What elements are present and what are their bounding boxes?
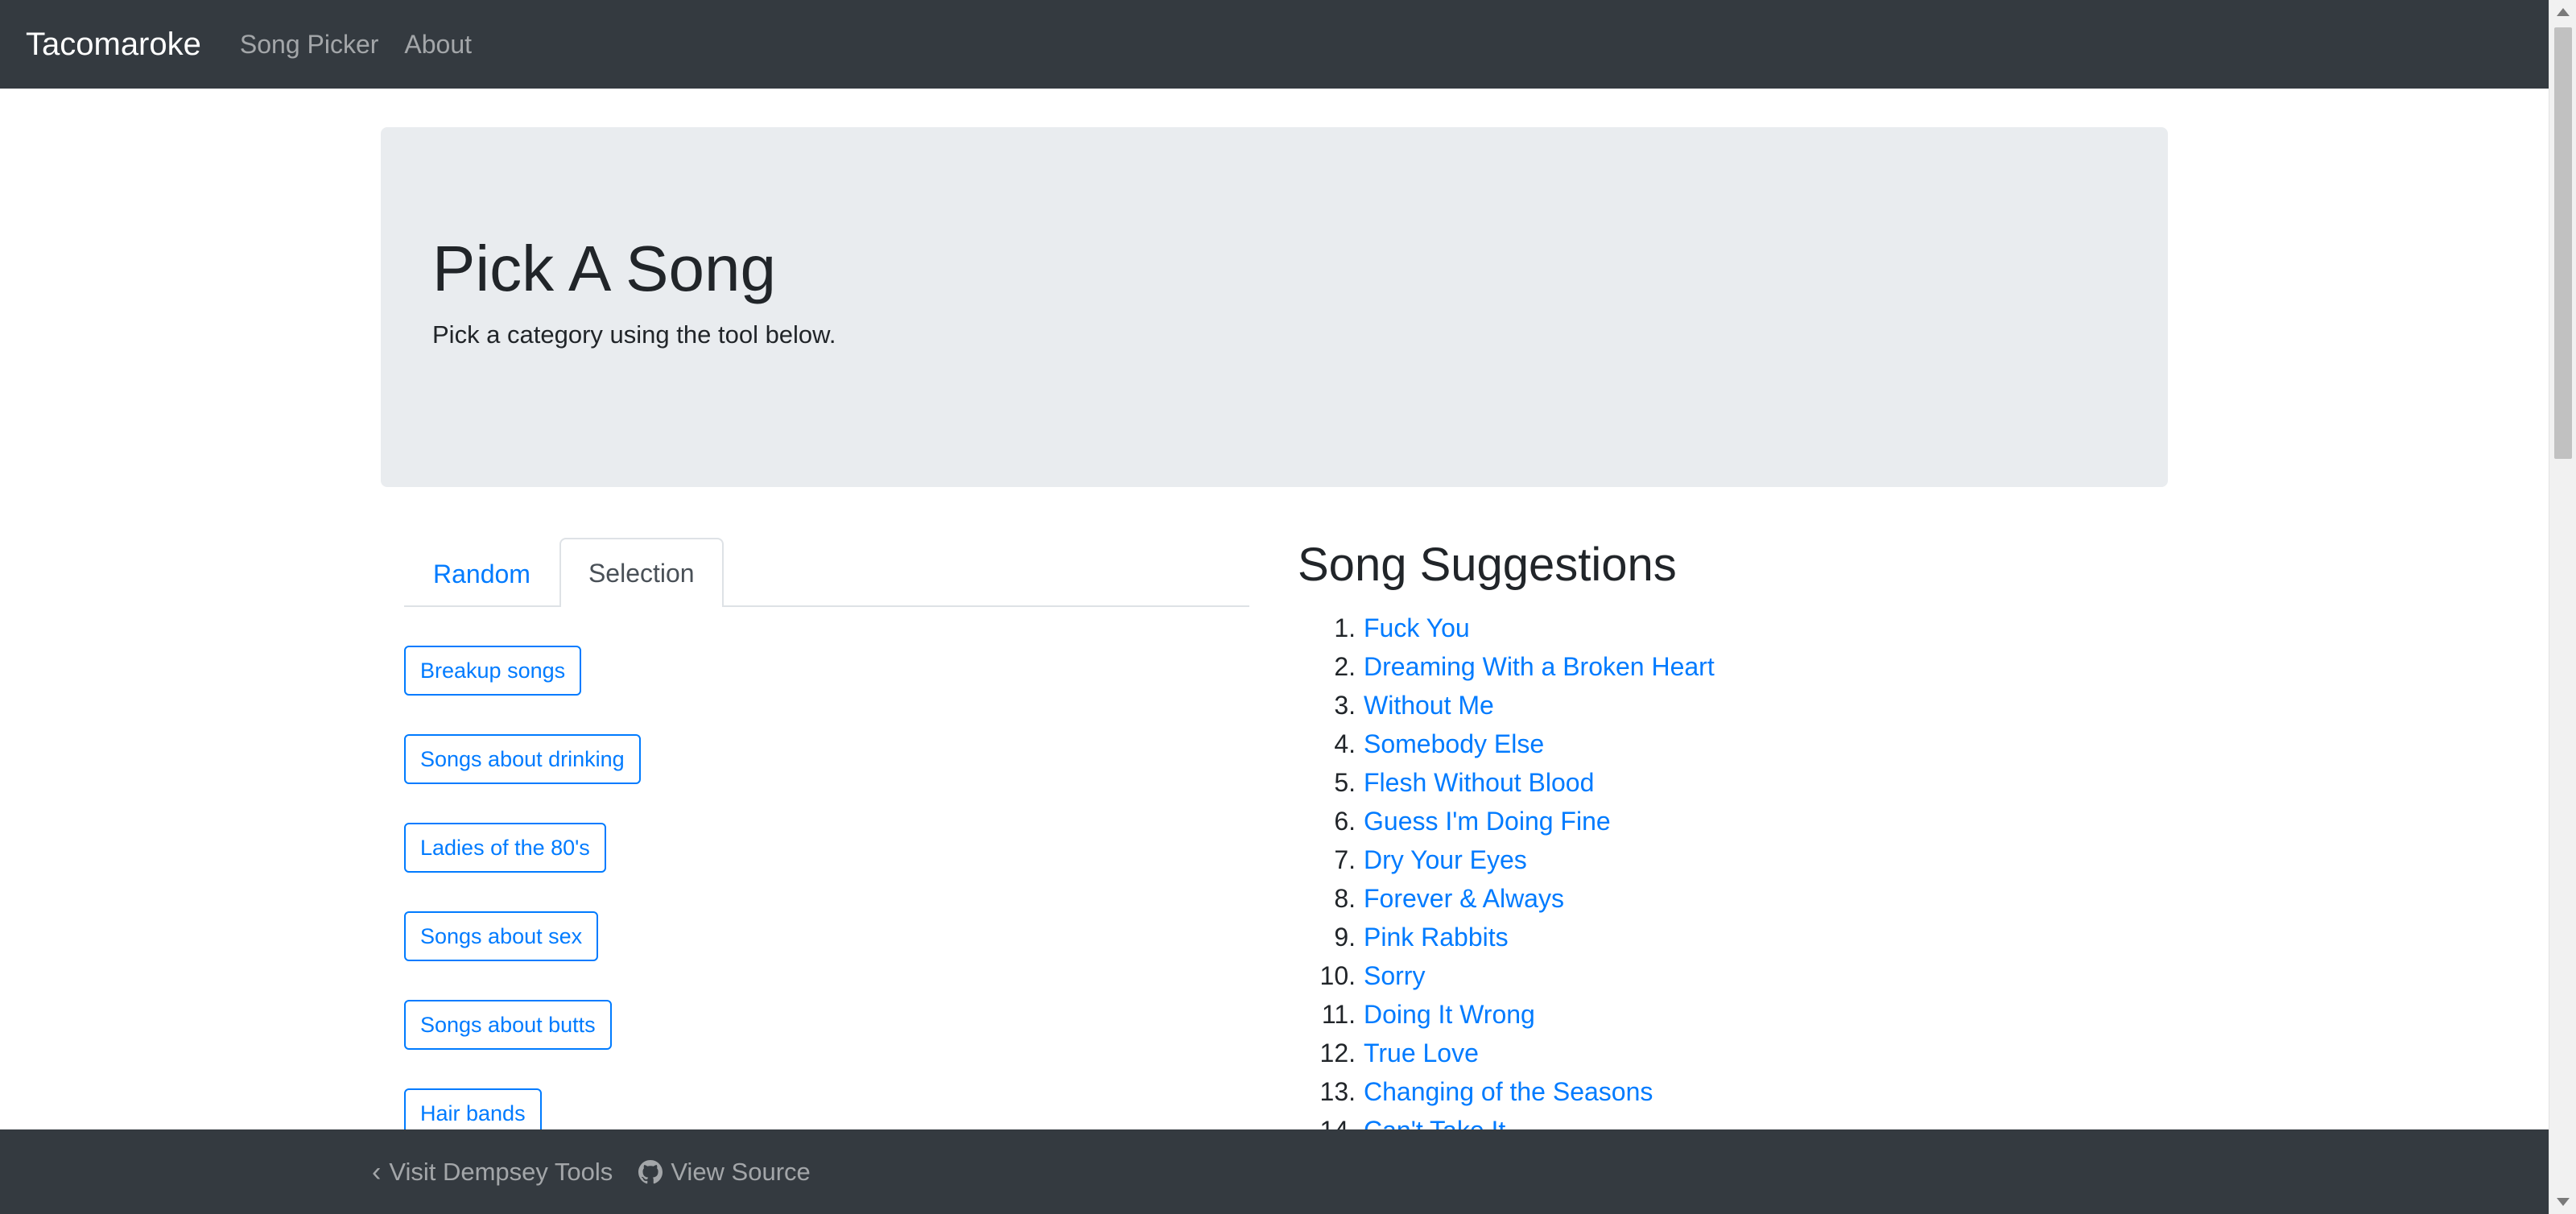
song-list-item: 1. Fuck You: [1298, 609, 1715, 647]
chevron-left-icon: ‹: [372, 1156, 382, 1187]
song-link[interactable]: Pink Rabbits: [1364, 923, 1509, 952]
song-link[interactable]: Dry Your Eyes: [1364, 845, 1527, 875]
song-link[interactable]: Without Me: [1364, 691, 1494, 721]
song-list-item: 7. Dry Your Eyes: [1298, 840, 1715, 879]
page-scrollbar[interactable]: [2549, 0, 2576, 1214]
nav-song-picker[interactable]: Song Picker: [240, 30, 379, 60]
github-icon: [638, 1159, 663, 1183]
song-number: 13.: [1319, 1076, 1356, 1106]
song-link[interactable]: Sorry: [1364, 961, 1425, 991]
song-link[interactable]: Fuck You: [1364, 613, 1470, 643]
song-number: 11.: [1321, 999, 1356, 1029]
page-subtitle: Pick a category using the tool below.: [432, 320, 836, 349]
song-number: 5.: [1334, 767, 1356, 797]
song-link[interactable]: Guess I'm Doing Fine: [1364, 807, 1611, 836]
song-list-item: 2. Dreaming With a Broken Heart: [1298, 647, 1715, 686]
song-link[interactable]: Flesh Without Blood: [1364, 768, 1594, 798]
song-list: 1. Fuck You 2. Dreaming With a Broken Heart…: [1298, 609, 1715, 1150]
song-list-item: 3. Without Me: [1298, 686, 1715, 725]
song-number: 12.: [1319, 1038, 1356, 1067]
song-list-item: 4. Somebody Else: [1298, 725, 1715, 763]
nav-about[interactable]: About: [404, 30, 472, 60]
category-button-butts[interactable]: Songs about butts: [404, 1000, 612, 1050]
song-list-item: 6. Guess I'm Doing Fine: [1298, 802, 1715, 840]
visit-dempsey-label: Visit Dempsey Tools: [389, 1157, 613, 1186]
visit-dempsey-link[interactable]: ‹ Visit Dempsey Tools: [372, 1158, 613, 1187]
song-list-item: 5. Flesh Without Blood: [1298, 763, 1715, 802]
song-link[interactable]: True Love: [1364, 1039, 1479, 1068]
category-button-drinking[interactable]: Songs about drinking: [404, 734, 641, 784]
song-list-item: 11. Doing It Wrong: [1298, 995, 1715, 1034]
song-number: 6.: [1334, 806, 1356, 836]
song-list-item: 13. Changing of the Seasons: [1298, 1072, 1715, 1111]
scroll-thumb[interactable]: [2554, 27, 2572, 459]
page-title: Pick A Song: [432, 233, 776, 304]
song-number: 1.: [1334, 613, 1356, 642]
category-button-ladies-80s[interactable]: Ladies of the 80's: [404, 823, 606, 873]
tab-selection[interactable]: Selection: [559, 538, 724, 607]
song-number: 10.: [1319, 960, 1356, 990]
tab-random[interactable]: Random: [404, 539, 559, 607]
song-list-item: 12. True Love: [1298, 1034, 1715, 1072]
song-number: 7.: [1334, 844, 1356, 874]
mode-tabs: Random Selection: [404, 538, 1249, 607]
scroll-down-arrow-icon[interactable]: [2557, 1198, 2570, 1206]
jumbotron: Pick A Song Pick a category using the to…: [381, 127, 2168, 487]
suggestions-heading: Song Suggestions: [1298, 539, 1677, 591]
view-source-label: View Source: [671, 1157, 811, 1186]
category-list: Breakup songs Songs about drinking Ladie…: [404, 646, 641, 1177]
song-link[interactable]: Doing It Wrong: [1364, 1000, 1535, 1030]
song-link[interactable]: Somebody Else: [1364, 729, 1544, 759]
song-list-item: 9. Pink Rabbits: [1298, 918, 1715, 956]
song-number: 9.: [1334, 922, 1356, 952]
footer: ‹ Visit Dempsey Tools View Source: [0, 1129, 2549, 1214]
top-navbar: Tacomaroke Song Picker About: [0, 0, 2549, 89]
scroll-up-arrow-icon[interactable]: [2557, 8, 2570, 16]
song-link[interactable]: Dreaming With a Broken Heart: [1364, 652, 1715, 682]
song-number: 2.: [1334, 651, 1356, 681]
song-number: 3.: [1334, 690, 1356, 720]
category-button-sex[interactable]: Songs about sex: [404, 911, 599, 961]
song-link[interactable]: Changing of the Seasons: [1364, 1077, 1653, 1107]
song-number: 8.: [1334, 883, 1356, 913]
song-list-item: 8. Forever & Always: [1298, 879, 1715, 918]
song-number: 4.: [1334, 729, 1356, 758]
category-button-breakup[interactable]: Breakup songs: [404, 646, 582, 696]
song-list-item: 10. Sorry: [1298, 956, 1715, 995]
view-source-link[interactable]: View Source: [638, 1157, 811, 1187]
brand-link[interactable]: Tacomaroke: [26, 27, 201, 63]
song-link[interactable]: Forever & Always: [1364, 884, 1564, 914]
